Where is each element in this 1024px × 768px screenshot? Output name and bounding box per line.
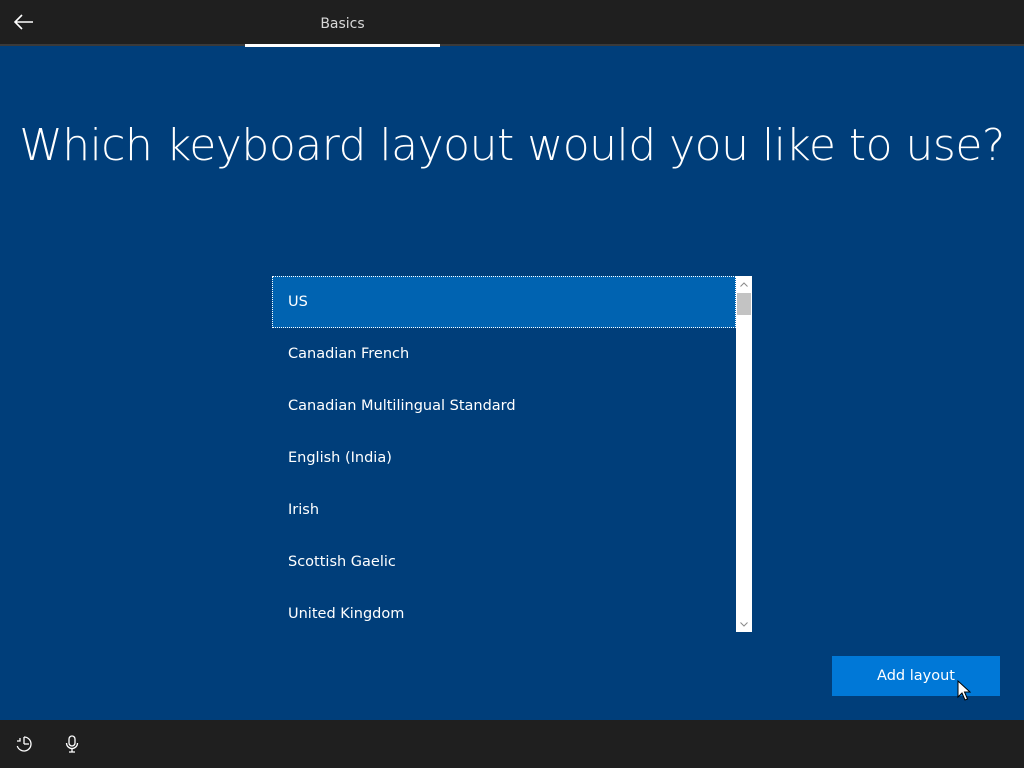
list-item-irish[interactable]: Irish bbox=[272, 484, 736, 536]
top-bar: Basics bbox=[0, 0, 1024, 46]
tab-underline bbox=[245, 44, 440, 47]
page-title: Which keyboard layout would you like to … bbox=[19, 120, 1005, 171]
list-item-united-kingdom[interactable]: United Kingdom bbox=[272, 588, 736, 632]
ease-of-access-button[interactable] bbox=[12, 732, 36, 756]
ease-of-access-icon bbox=[16, 736, 32, 752]
bottom-bar bbox=[0, 720, 1024, 768]
list-item-us[interactable]: US bbox=[272, 276, 736, 328]
list-item-canadian-multilingual-standard[interactable]: Canadian Multilingual Standard bbox=[272, 380, 736, 432]
add-layout-button[interactable]: Add layout bbox=[832, 656, 1000, 696]
list-item-scottish-gaelic[interactable]: Scottish Gaelic bbox=[272, 536, 736, 588]
scroll-up-button[interactable] bbox=[736, 276, 752, 292]
chevron-up-icon bbox=[740, 281, 748, 287]
vertical-scrollbar[interactable] bbox=[736, 276, 752, 632]
list-item-canadian-french[interactable]: Canadian French bbox=[272, 328, 736, 380]
layout-listbox[interactable]: US Canadian French Canadian Multilingual… bbox=[272, 276, 736, 632]
tab-basics: Basics bbox=[320, 16, 365, 32]
microphone-button[interactable] bbox=[60, 732, 84, 756]
mouse-cursor-icon bbox=[957, 680, 971, 701]
back-button[interactable] bbox=[8, 6, 40, 38]
scroll-down-button[interactable] bbox=[736, 616, 752, 632]
scroll-thumb[interactable] bbox=[737, 293, 751, 315]
keyboard-layout-list: US Canadian French Canadian Multilingual… bbox=[272, 276, 752, 632]
chevron-down-icon bbox=[740, 621, 748, 627]
list-item-english-india[interactable]: English (India) bbox=[272, 432, 736, 484]
microphone-icon bbox=[65, 735, 79, 753]
back-arrow-icon bbox=[14, 14, 33, 30]
